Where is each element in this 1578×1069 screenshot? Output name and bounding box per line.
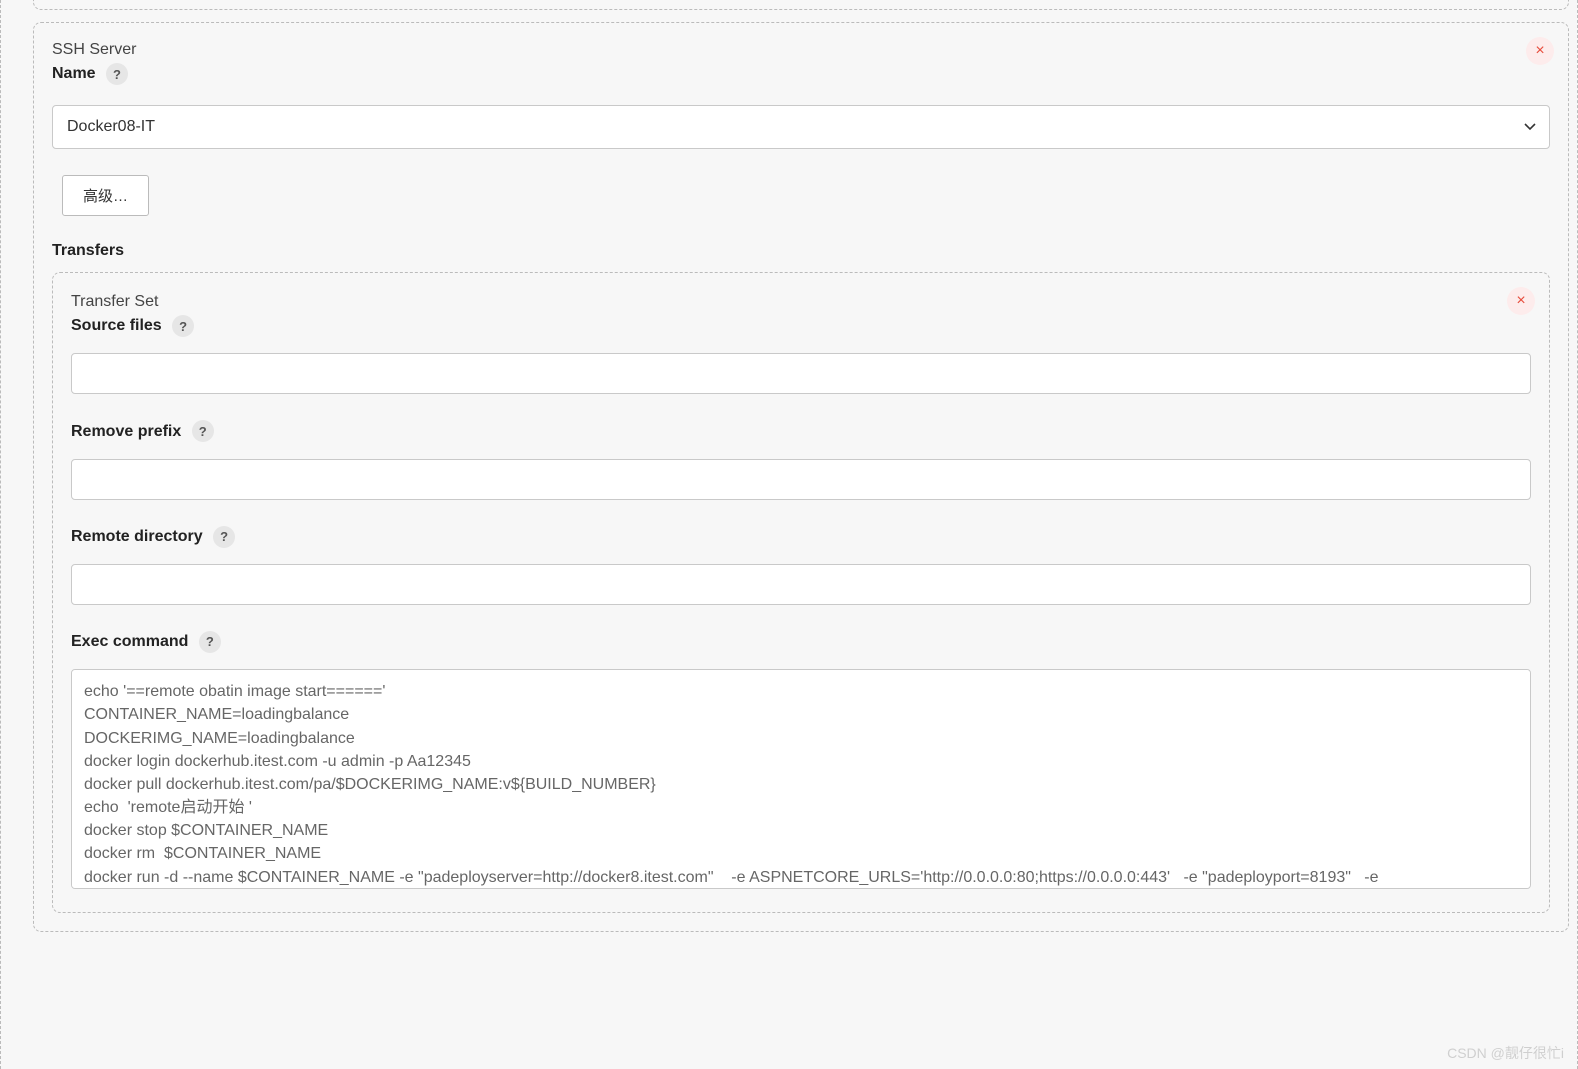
ssh-server-title: SSH Server	[52, 41, 1550, 59]
close-icon: ×	[1516, 292, 1525, 310]
transfers-heading: Transfers	[52, 242, 1550, 260]
exec-command-textarea[interactable]	[71, 669, 1531, 889]
ssh-server-selected-value[interactable]: Docker08-IT	[52, 105, 1550, 149]
source-files-label: Source files	[71, 317, 162, 335]
remote-directory-label: Remote directory	[71, 528, 203, 546]
ssh-server-select[interactable]: Docker08-IT	[52, 105, 1550, 149]
name-help-icon[interactable]: ?	[106, 63, 128, 85]
previous-section-stub	[33, 0, 1569, 10]
remove-prefix-input[interactable]	[71, 459, 1531, 500]
transfer-set-section: × Transfer Set Source files ? Remove pre…	[52, 272, 1550, 913]
remove-prefix-label: Remove prefix	[71, 423, 181, 441]
ssh-server-section: × SSH Server Name ? Docker08-IT 高级… Tran…	[33, 22, 1569, 932]
source-files-input[interactable]	[71, 353, 1531, 394]
exec-command-label: Exec command	[71, 633, 188, 651]
remote-directory-help-icon[interactable]: ?	[213, 526, 235, 548]
exec-command-help-icon[interactable]: ?	[199, 631, 221, 653]
advanced-button[interactable]: 高级…	[62, 175, 149, 216]
transfer-set-title: Transfer Set	[71, 293, 1531, 311]
remove-prefix-help-icon[interactable]: ?	[192, 420, 214, 442]
remote-directory-input[interactable]	[71, 564, 1531, 605]
close-icon: ×	[1535, 42, 1544, 60]
remove-ssh-server-button[interactable]: ×	[1526, 37, 1554, 65]
source-files-help-icon[interactable]: ?	[172, 315, 194, 337]
name-label: Name	[52, 65, 96, 83]
